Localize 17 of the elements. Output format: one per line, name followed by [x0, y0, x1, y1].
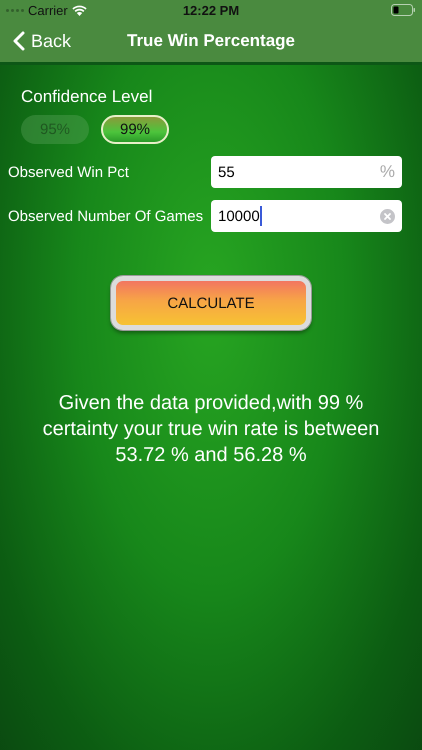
field-label: Observed Win Pct [8, 164, 130, 180]
battery-icon [391, 4, 416, 16]
chevron-left-icon [13, 31, 25, 51]
input-field[interactable]: 55 % [211, 156, 402, 188]
confidence-option[interactable]: 99% [101, 115, 169, 144]
clear-icon[interactable] [380, 208, 395, 224]
calculate-button[interactable]: CALCULATE [111, 276, 311, 330]
field-label: Observed Number Of Games [8, 208, 204, 224]
screen-title: True Win Percentage [127, 31, 295, 51]
signal-icon [6, 8, 24, 12]
input-field[interactable]: 10000 [211, 200, 402, 232]
carrier-name: Carrier [28, 2, 68, 18]
wifi-icon [72, 4, 87, 16]
result-text: Given the data provided,with 99 % certainty your true win rate is between 53.72 % and 56.28 % [42, 391, 380, 468]
section-label: Confidence Level [21, 87, 154, 107]
status-time: 12:22 PM [182, 2, 240, 18]
back-button[interactable]: Back [0, 30, 72, 52]
